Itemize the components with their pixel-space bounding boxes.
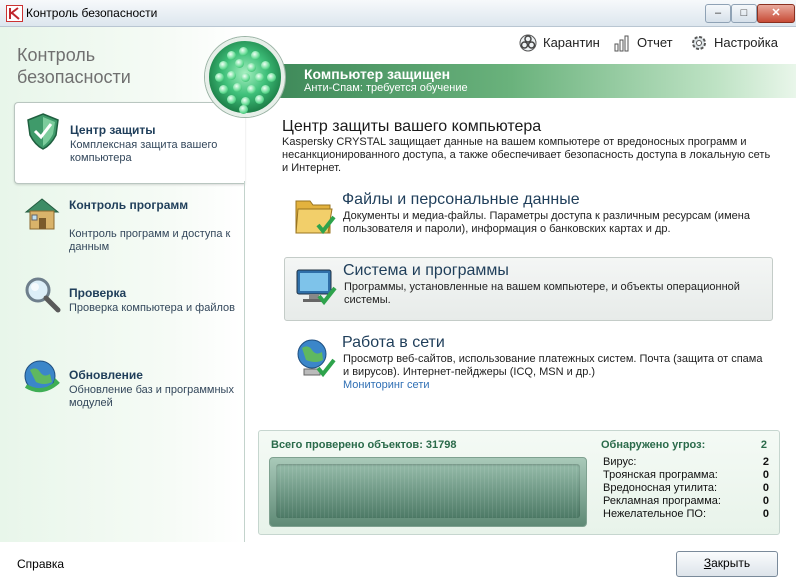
orb-dot bbox=[267, 73, 276, 82]
network-monitor-link[interactable]: Мониторинг сети bbox=[343, 379, 430, 391]
threat-row: Нежелательное ПО: 0 bbox=[603, 508, 769, 521]
section-network[interactable]: Работа в сети Просмотр веб-сайтов, испол… bbox=[284, 330, 771, 400]
section-title: Система и программы bbox=[343, 262, 509, 279]
window-title: Контроль безопасности bbox=[26, 6, 158, 20]
threat-name: Троянская программа: bbox=[603, 469, 718, 481]
settings-label: Настройка bbox=[714, 35, 778, 50]
threat-name: Вредоносная утилита: bbox=[603, 482, 718, 494]
threat-count: 0 bbox=[762, 482, 769, 494]
activity-meter bbox=[269, 457, 587, 527]
report-label: Отчет bbox=[637, 35, 673, 50]
orb-dot bbox=[219, 61, 228, 70]
threats-detected-label: Обнаружено угроз: bbox=[601, 439, 706, 451]
section-description: Просмотр веб-сайтов, использование плате… bbox=[343, 353, 763, 378]
threat-count: 0 bbox=[762, 469, 769, 481]
threat-count: 2 bbox=[762, 456, 769, 468]
orb-dot bbox=[235, 59, 244, 68]
section-files-personal-data[interactable]: Файлы и персональные данные Документы и … bbox=[284, 187, 771, 249]
close-window-button[interactable]: ✕ bbox=[757, 4, 795, 23]
orb-dot bbox=[247, 85, 256, 94]
globe-update-icon bbox=[22, 356, 62, 396]
quarantine-label: Карантин bbox=[543, 35, 600, 50]
close-button-label: акрыть bbox=[711, 556, 751, 570]
section-title: Работа в сети bbox=[342, 334, 445, 351]
nav-item-protection-center[interactable]: Центр защиты Комплексная защита вашего к… bbox=[14, 102, 245, 184]
threat-row: Вирус: 2 bbox=[603, 456, 769, 469]
nav-item-update[interactable]: Обновление Обновление баз и программных … bbox=[14, 348, 243, 428]
orb-dot bbox=[239, 47, 248, 56]
pane-divider bbox=[244, 181, 245, 542]
brand-line-1: Контроль bbox=[17, 45, 96, 65]
house-icon bbox=[22, 194, 62, 234]
orb-dot bbox=[219, 85, 228, 94]
orb-dot bbox=[255, 73, 264, 82]
threats-detected-value: 2 bbox=[760, 439, 767, 451]
maximize-icon: □ bbox=[740, 7, 748, 19]
orb-dot bbox=[233, 83, 242, 92]
section-description: Документы и медиа-файлы. Параметры досту… bbox=[343, 210, 750, 235]
help-link[interactable]: Справка bbox=[17, 557, 64, 571]
orb-dot bbox=[255, 95, 264, 104]
nav-item-scan[interactable]: Проверка Проверка компьютера и файлов bbox=[14, 266, 243, 346]
activity-meter-display bbox=[276, 464, 580, 518]
protection-status-orb-icon bbox=[205, 37, 285, 117]
brand-line-2: безопасности bbox=[17, 67, 131, 87]
nav-item-title: Обновление bbox=[69, 368, 143, 382]
minimize-icon: – bbox=[714, 7, 722, 19]
nav-item-program-control[interactable]: Контроль программ Контроль программ и до… bbox=[14, 186, 243, 266]
orb-dot bbox=[247, 63, 256, 72]
section-title: Файлы и персональные данные bbox=[342, 191, 580, 208]
status-banner: Компьютер защищен Анти-Спам: требуется о… bbox=[278, 64, 796, 98]
brand-title: Контроль безопасности bbox=[17, 44, 131, 88]
biohazard-icon bbox=[519, 34, 537, 52]
threat-name: Рекламная программа: bbox=[603, 495, 721, 507]
threat-name: Вирус: bbox=[603, 456, 637, 468]
kaspersky-window: Контроль безопасности – □ ✕ Контроль без… bbox=[0, 0, 796, 584]
close-icon: ✕ bbox=[771, 7, 781, 19]
protection-status-title: Компьютер защищен bbox=[304, 66, 451, 82]
protection-status-subtitle[interactable]: Анти-Спам: требуется обучение bbox=[304, 82, 468, 94]
section-system-programs[interactable]: Система и программы Программы, установле… bbox=[284, 257, 773, 321]
minimize-button[interactable]: – bbox=[705, 4, 731, 23]
nav-item-title: Центр защиты bbox=[70, 123, 156, 137]
threat-count: 0 bbox=[762, 495, 769, 507]
nav-item-desc: Комплексная защита вашего компьютера bbox=[70, 139, 218, 164]
threat-row: Троянская программа: 0 bbox=[603, 469, 769, 482]
nav-item-title: Контроль программ bbox=[69, 198, 189, 212]
orb-dot bbox=[227, 95, 236, 104]
maximize-button[interactable]: □ bbox=[731, 4, 757, 23]
shield-icon bbox=[23, 111, 63, 151]
orb-dot bbox=[261, 85, 270, 94]
magnifier-icon bbox=[22, 274, 62, 314]
nav-item-desc: Обновление баз и программных модулей bbox=[69, 384, 234, 409]
orb-dot bbox=[241, 73, 250, 82]
objects-scanned-total: Всего проверено объектов: 31798 bbox=[271, 439, 457, 451]
report-chart-icon bbox=[613, 34, 631, 52]
orb-dot bbox=[227, 51, 236, 60]
orb-dot bbox=[227, 71, 236, 80]
page-description: Kaspersky CRYSTAL защищает данные на ваш… bbox=[282, 136, 771, 174]
threat-row: Вредоносная утилита: 0 bbox=[603, 482, 769, 495]
folder-icon bbox=[292, 193, 338, 239]
orb-dot bbox=[239, 105, 248, 114]
monitor-icon bbox=[293, 264, 339, 310]
section-description: Программы, установленные на вашем компью… bbox=[344, 281, 740, 306]
orb-dot bbox=[215, 73, 224, 82]
kaspersky-k-icon bbox=[6, 5, 23, 22]
close-button[interactable]: Закрыть bbox=[676, 551, 778, 577]
orb-dot bbox=[261, 61, 270, 70]
gear-icon bbox=[690, 34, 708, 52]
nav-item-desc: Контроль программ и доступа к данным bbox=[69, 228, 231, 253]
title-bar: Контроль безопасности – □ ✕ bbox=[0, 0, 796, 27]
nav-item-title: Проверка bbox=[69, 286, 127, 300]
scan-statistics-panel: Всего проверено объектов: 31798 Обнаруже… bbox=[258, 430, 780, 535]
orb-dot bbox=[251, 51, 260, 60]
threat-row: Рекламная программа: 0 bbox=[603, 495, 769, 508]
nav-item-desc: Проверка компьютера и файлов bbox=[69, 302, 235, 314]
page-title: Центр защиты вашего компьютера bbox=[282, 118, 542, 135]
threat-count: 0 bbox=[762, 508, 769, 520]
globe-network-icon bbox=[292, 336, 338, 382]
threat-name: Нежелательное ПО: bbox=[603, 508, 707, 520]
